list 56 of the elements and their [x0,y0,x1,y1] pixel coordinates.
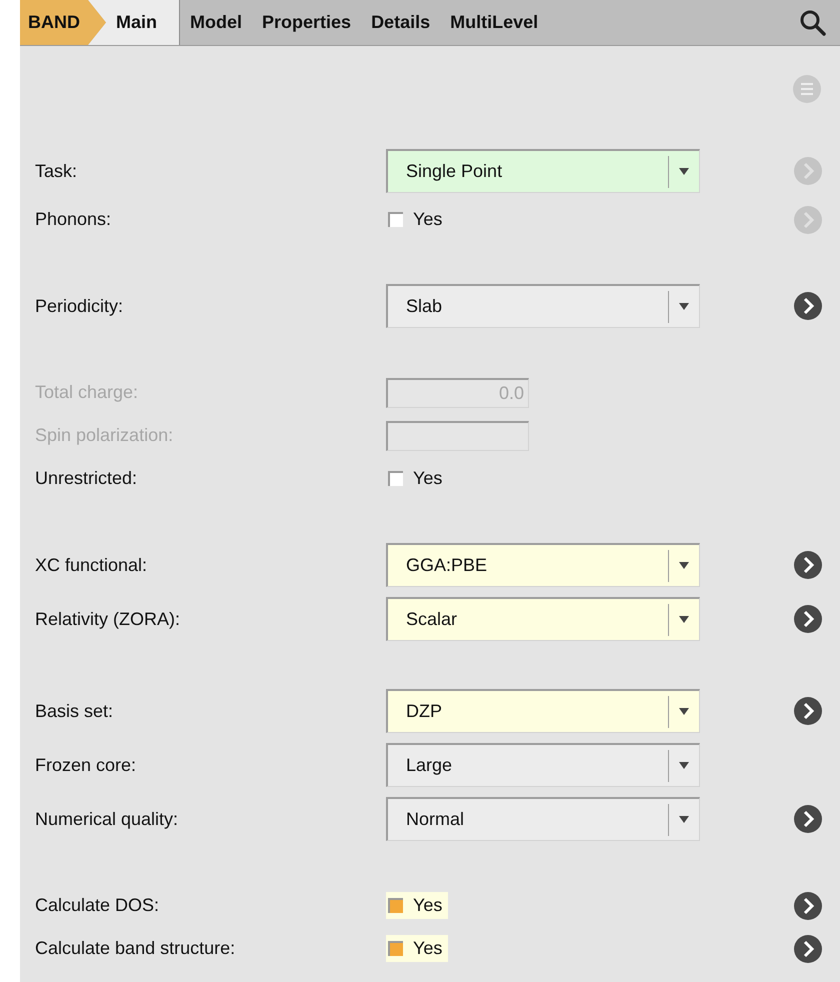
chevron-icon [793,604,823,634]
field-label: Task: [35,160,78,182]
checkbox[interactable] [388,471,403,486]
chevron-icon [793,291,823,321]
details-button[interactable] [793,934,823,964]
dropdown[interactable]: Single Point [386,149,700,193]
caret-icon [679,616,689,623]
tab[interactable]: Model [180,0,252,45]
tab[interactable]: Properties [252,0,362,45]
dropdown[interactable]: Slab [386,284,700,328]
tab[interactable]: Main [88,0,180,45]
field-label: Calculate band structure: [35,938,236,959]
field-label: Basis set: [35,700,114,722]
caret-icon [679,303,689,310]
field-label: XC functional: [35,554,148,576]
checkbox-label[interactable]: Yes [413,468,442,489]
checkbox[interactable] [388,941,403,956]
field-label: Total charge: [35,382,140,403]
dropdown[interactable]: Large [386,743,700,787]
caret-icon [679,168,689,175]
caret-icon [679,708,689,715]
chevron-icon [793,204,823,234]
chevron-icon [793,550,823,580]
field-label: Unrestricted: [35,468,138,489]
field-label: Phonons: [35,209,112,230]
field-label: Numerical quality: [35,808,180,830]
tab[interactable]: Details [361,0,440,45]
details-button[interactable] [793,804,823,834]
caret-icon [679,562,689,569]
field-label: Frozen core: [35,754,138,776]
checkbox-label[interactable]: Yes [413,209,442,230]
details-button[interactable] [793,696,823,726]
details-button[interactable] [793,550,823,580]
details-button[interactable] [793,604,823,634]
dropdown[interactable]: DZP [386,689,700,733]
chevron-icon [793,934,823,964]
dropdown[interactable]: Normal [386,797,700,841]
checkbox[interactable] [388,898,403,913]
caret-icon [679,762,689,769]
caret-icon [679,816,689,823]
dropdown[interactable]: GGA:PBE [386,543,700,587]
field-label: Spin polarization: [35,425,174,446]
chevron-icon [793,890,823,920]
dropdown[interactable]: Scalar [386,597,700,641]
checkbox[interactable] [388,212,403,227]
tab[interactable]: MultiLevel [440,0,548,45]
field-label: Relativity (ZORA): [35,608,182,630]
details-button[interactable] [793,890,823,920]
chevron-icon [793,696,823,726]
details-button[interactable] [793,291,823,321]
app-badge: BAND [20,0,106,45]
field-label: Periodicity: [35,296,124,316]
search-icon[interactable] [798,8,828,38]
chevron-icon [793,804,823,834]
field-label: Calculate DOS: [35,895,160,916]
chevron-icon [793,156,823,186]
